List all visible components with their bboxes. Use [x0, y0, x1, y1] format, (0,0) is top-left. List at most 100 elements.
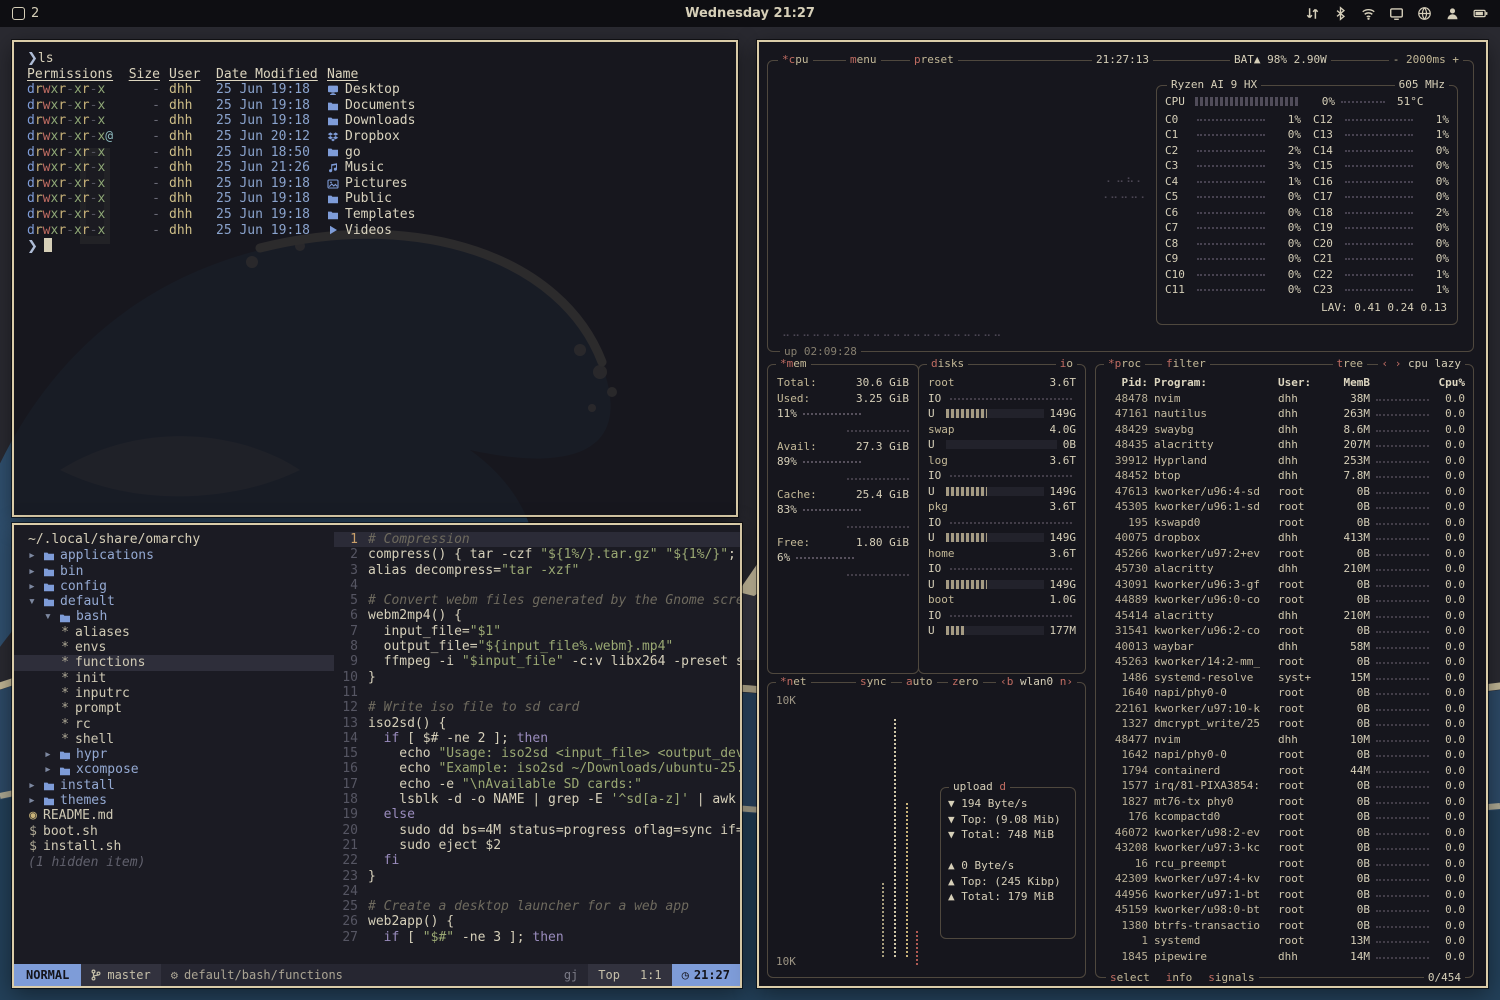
tab-mem[interactable]: *mem [776, 357, 811, 371]
menu-button[interactable]: menu [846, 53, 881, 67]
disks-label[interactable]: disks [927, 357, 968, 371]
process-row[interactable]: 1380btrfs-transactioroot0B0.0 [1096, 918, 1473, 934]
net-sync-toggle[interactable]: sync [856, 675, 891, 689]
process-row[interactable]: 45263kworker/14:2-mm_root0B0.0 [1096, 654, 1473, 670]
updates-icon[interactable] [1305, 6, 1320, 21]
process-row[interactable]: 47161nautilusdhh263M0.0 [1096, 406, 1473, 422]
process-row[interactable]: 1640napi/phy0-0root0B0.0 [1096, 685, 1473, 701]
process-row[interactable]: 176kcompactd0root0B0.0 [1096, 809, 1473, 825]
wifi-icon[interactable] [1361, 6, 1376, 21]
account-icon[interactable] [1445, 6, 1460, 21]
process-row[interactable]: 1845pipewiredhh14M0.0 [1096, 949, 1473, 965]
io-toggle[interactable]: io [1056, 357, 1077, 371]
process-row[interactable]: 48452btopdhh7.8M0.0 [1096, 468, 1473, 484]
preset-button[interactable]: preset [910, 53, 958, 67]
process-row[interactable]: 1systemdroot13M0.0 [1096, 933, 1473, 949]
process-row[interactable]: 45159kworker/u98:0-btroot0B0.0 [1096, 902, 1473, 918]
process-row[interactable]: 47613kworker/u96:4-sdroot0B0.0 [1096, 484, 1473, 500]
tree-item-functions[interactable]: *functions [14, 655, 334, 670]
net-zero-toggle[interactable]: zero [948, 675, 983, 689]
process-row[interactable]: 1486systemd-resolvesyst+15M0.0 [1096, 670, 1473, 686]
file-icon: * [60, 686, 70, 701]
net-interface[interactable]: ‹b wlan0 n› [996, 675, 1077, 689]
tree-item-bin[interactable]: ▸bin [28, 564, 334, 579]
process-row[interactable]: 48435alacrittydhh207M0.0 [1096, 437, 1473, 453]
process-row[interactable]: 43091kworker/u96:3-gfroot0B0.0 [1096, 577, 1473, 593]
process-row[interactable]: 1327dmcrypt_write/25root0B0.0 [1096, 716, 1473, 732]
tab-cpu[interactable]: *cpu [778, 53, 813, 67]
network-icon[interactable] [1417, 6, 1432, 21]
tree-toggle[interactable]: tree [1333, 357, 1368, 371]
cpu-graph-dots: ⡀⣀⣄⡀ [1106, 169, 1146, 185]
mem-row: Avail:27.3 GiB [777, 439, 909, 455]
tree-item-aliases[interactable]: *aliases [28, 625, 334, 640]
tree-item-applications[interactable]: ▸applications [28, 548, 334, 563]
prompt-line[interactable]: ❯ [27, 238, 723, 255]
signals-button[interactable]: signals [1208, 971, 1254, 985]
filter-button[interactable]: filter [1162, 357, 1210, 371]
terminal-window[interactable]: ❯lsPermissionsSizeUserDate ModifiedNamed… [12, 40, 738, 517]
process-row[interactable]: 22161kworker/u97:10-kroot0B0.0 [1096, 701, 1473, 717]
tree-item-themes[interactable]: ▸themes [28, 793, 334, 808]
sort-selector[interactable]: ‹ › cpu lazy [1378, 357, 1465, 371]
process-row[interactable]: 16rcu_preemptroot0B0.0 [1096, 856, 1473, 872]
process-row[interactable]: 40013waybardhh58M0.0 [1096, 639, 1473, 655]
tree-item-readme-md[interactable]: ◉README.md [28, 808, 334, 823]
tree-item-hypr[interactable]: ▸hypr [28, 747, 334, 762]
folder-icon [43, 780, 55, 791]
process-row[interactable]: 44889kworker/u96:0-coroot0B0.0 [1096, 592, 1473, 608]
mem-graph-row [777, 422, 909, 439]
tree-item-install[interactable]: ▸install [28, 778, 334, 793]
tree-item-shell[interactable]: *shell [28, 732, 334, 747]
process-row[interactable]: 48477nvimdhh10M0.0 [1096, 732, 1473, 748]
cpu-core-row: C33% [1165, 158, 1301, 174]
process-row[interactable]: 43208kworker/u97:3-kcroot0B0.0 [1096, 840, 1473, 856]
process-row[interactable]: 195kswapd0root0B0.0 [1096, 515, 1473, 531]
code-editor[interactable]: 1# Compression2compress() { tar -czf "${… [334, 525, 740, 964]
tree-item-install-sh[interactable]: $install.sh [28, 839, 334, 854]
workspace-indicator[interactable]: 2 [12, 6, 39, 21]
tree-item-xcompose[interactable]: ▸xcompose [28, 762, 334, 777]
process-row[interactable]: 39912Hyprlanddhh253M0.0 [1096, 453, 1473, 469]
tree-item-init[interactable]: *init [28, 671, 334, 686]
process-row[interactable]: 45730alacrittydhh210M0.0 [1096, 561, 1473, 577]
bluetooth-icon[interactable] [1333, 6, 1348, 21]
tree-item-boot-sh[interactable]: $boot.sh [28, 824, 334, 839]
process-row[interactable]: 48478nvimdhh38M0.0 [1096, 391, 1473, 407]
process-list: 48478nvimdhh38M0.047161nautilusdhh263M0.… [1096, 391, 1473, 965]
display-icon[interactable] [1389, 6, 1404, 21]
process-row[interactable]: 1794containerdroot44M0.0 [1096, 763, 1473, 779]
tree-item-config[interactable]: ▸config [28, 579, 334, 594]
tree-item-prompt[interactable]: *prompt [28, 701, 334, 716]
process-row[interactable]: 44956kworker/u97:1-btroot0B0.0 [1096, 887, 1473, 903]
net-auto-toggle[interactable]: auto [902, 675, 937, 689]
tab-net[interactable]: *net [776, 675, 811, 689]
battery-icon[interactable] [1473, 6, 1488, 21]
tree-item-rc[interactable]: *rc [28, 717, 334, 732]
process-row[interactable]: 45414alacrittydhh210M0.0 [1096, 608, 1473, 624]
process-row[interactable]: 1642napi/phy0-0root0B0.0 [1096, 747, 1473, 763]
tree-item-bash[interactable]: ▾bash [28, 609, 334, 624]
cpu-cores-box: Ryzen AI 9 HX 605 MHz CPU 0% 51°C C01%C1… [1156, 85, 1458, 325]
process-row[interactable]: 1577irq/81-PIXA3854:root0B0.0 [1096, 778, 1473, 794]
process-row[interactable]: 48429swaybgdhh8.6M0.0 [1096, 422, 1473, 438]
process-row[interactable]: 45305kworker/u96:1-sdroot0B0.0 [1096, 499, 1473, 515]
process-row[interactable]: 46072kworker/u98:2-evroot0B0.0 [1096, 825, 1473, 841]
select-button[interactable]: select [1110, 971, 1150, 985]
tree-item-envs[interactable]: *envs [28, 640, 334, 655]
tree-item-default[interactable]: ▾default [28, 594, 334, 609]
neovim-window[interactable]: ~/.local/share/omarchy▸applications▸bin▸… [12, 523, 742, 988]
process-row[interactable]: 42309kworker/u97:4-kvroot0B0.0 [1096, 871, 1473, 887]
process-row[interactable]: 1827mt76-tx phy0root0B0.0 [1096, 794, 1473, 810]
btop-window[interactable]: *cpu menu preset 21:27:13 BAT▲ 98% 2.90W… [757, 40, 1488, 988]
process-row[interactable]: 31541kworker/u96:2-coroot0B0.0 [1096, 623, 1473, 639]
process-row[interactable]: 40075dropboxdhh413M0.0 [1096, 530, 1473, 546]
process-row[interactable]: 45266kworker/u97:2+evroot0B0.0 [1096, 546, 1473, 562]
cpu-core-row: C200% [1313, 236, 1449, 252]
tab-proc[interactable]: *proc [1104, 357, 1145, 371]
update-interval[interactable]: - 2000ms + [1389, 53, 1463, 67]
info-button[interactable]: info [1166, 971, 1193, 985]
tree-item-inputrc[interactable]: *inputrc [28, 686, 334, 701]
git-branch[interactable]: master [81, 964, 160, 986]
mem-graph-row [777, 566, 909, 583]
